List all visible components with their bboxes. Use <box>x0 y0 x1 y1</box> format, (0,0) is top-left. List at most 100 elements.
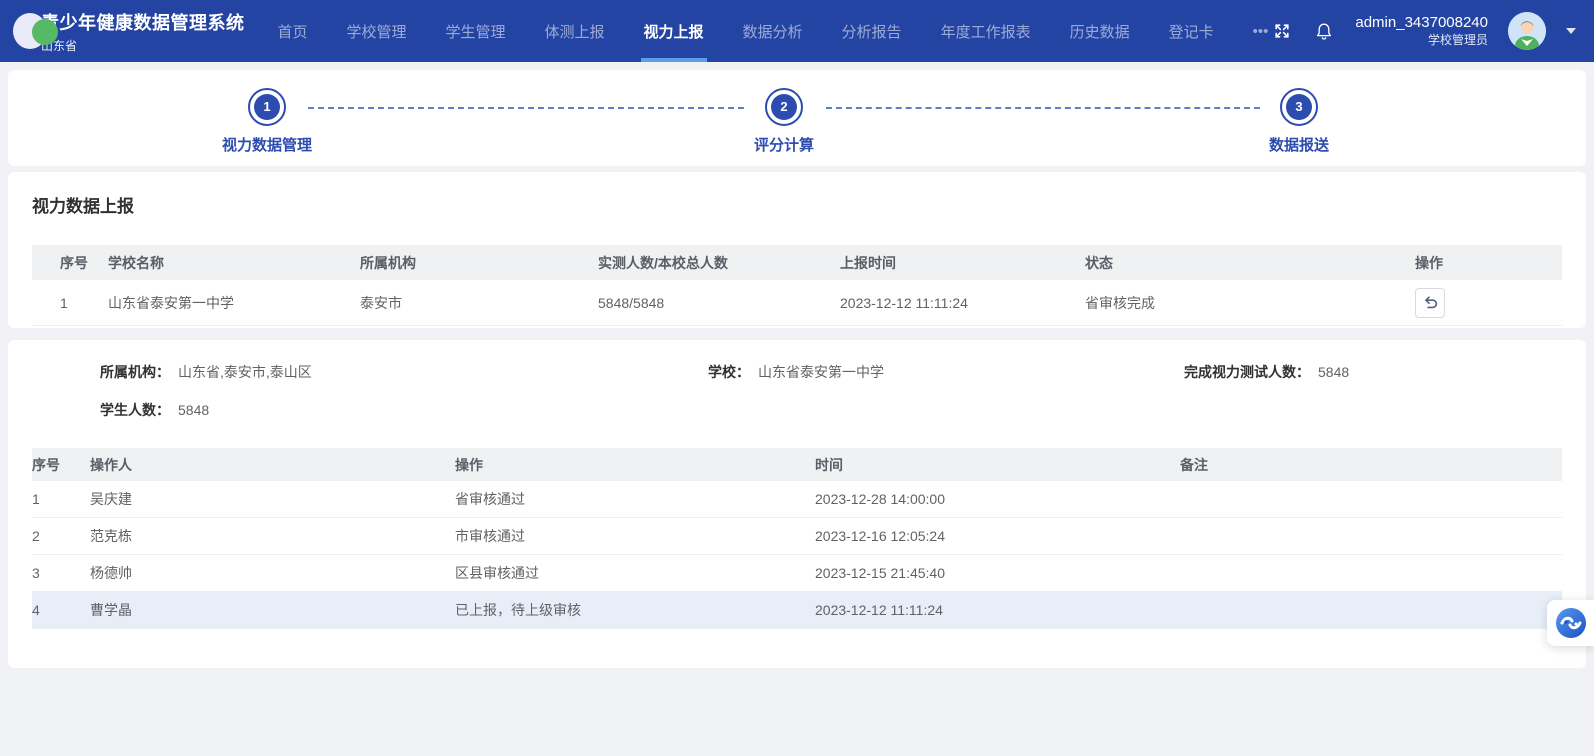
logo-green-circle <box>32 19 58 45</box>
col-report-time: 上报时间 <box>840 253 1085 273</box>
student-count-label: 学生人数： <box>32 400 170 420</box>
user-role: 学校管理员 <box>1355 33 1488 48</box>
col-time: 时间 <box>815 455 1180 475</box>
user-avatar[interactable] <box>1508 12 1546 50</box>
cell-operator: 杨德帅 <box>90 563 455 583</box>
rollback-button[interactable] <box>1415 288 1445 318</box>
notification-bell-icon[interactable] <box>1313 20 1335 42</box>
student-count-value: 5848 <box>178 402 209 418</box>
history-table-header: 序号 操作人 操作 时间 备注 <box>32 448 1562 481</box>
nav-item-school-mgmt[interactable]: 学校管理 <box>343 0 409 62</box>
nav-item-vision-report[interactable]: 视力上报 <box>641 0 707 62</box>
col-tested-total: 实测人数/本校总人数 <box>598 253 840 273</box>
vision-report-card: 视力数据上报 序号 学校名称 所属机构 实测人数/本校总人数 上报时间 状态 操… <box>8 172 1586 328</box>
report-table-header: 序号 学校名称 所属机构 实测人数/本校总人数 上报时间 状态 操作 <box>32 245 1562 280</box>
brand-block: 青少年健康数据管理系统 山东省 <box>41 9 245 54</box>
completed-tests-value: 5848 <box>1318 364 1349 380</box>
app-title: 青少年健康数据管理系统 <box>41 9 245 35</box>
nav-item-data-analysis[interactable]: 数据分析 <box>740 0 806 62</box>
field-school: 学校： 山东省泰安第一中学 <box>640 362 1140 382</box>
cell-index: 3 <box>32 565 90 581</box>
cell-tested-total: 5848/5848 <box>598 295 840 311</box>
step-score-calculation[interactable]: 2 评分计算 <box>694 88 874 155</box>
history-table: 序号 操作人 操作 时间 备注 1 吴庆建 省审核通过 2023-12-28 1… <box>32 448 1562 629</box>
organization-value: 山东省,泰安市,泰山区 <box>178 362 312 382</box>
main-menu: 首页 学校管理 学生管理 体测上报 视力上报 数据分析 分析报告 年度工作报表 … <box>274 0 1271 62</box>
nav-item-registration-card[interactable]: 登记卡 <box>1166 0 1217 62</box>
step-3-number: 3 <box>1286 94 1312 120</box>
cell-school-name: 山东省泰安第一中学 <box>108 293 360 313</box>
step-3-circle: 3 <box>1280 88 1318 126</box>
fullscreen-icon[interactable] <box>1271 20 1293 42</box>
top-navbar: 青少年健康数据管理系统 山东省 首页 学校管理 学生管理 体测上报 视力上报 数… <box>0 0 1594 62</box>
service-widget-button[interactable] <box>1547 600 1594 646</box>
cell-time: 2023-12-28 14:00:00 <box>815 491 1180 507</box>
field-completed-tests: 完成视力测试人数： 5848 <box>1140 362 1562 382</box>
step-data-submission[interactable]: 3 数据报送 <box>1209 88 1389 155</box>
report-table: 序号 学校名称 所属机构 实测人数/本校总人数 上报时间 状态 操作 1 山东省… <box>32 245 1562 326</box>
cell-operator: 范克栋 <box>90 526 455 546</box>
cell-operation: 已上报，待上级审核 <box>455 600 815 620</box>
table-row[interactable]: 2 范克栋 市审核通过 2023-12-16 12:05:24 <box>32 518 1562 555</box>
step-1-number: 1 <box>254 94 280 120</box>
school-value: 山东省泰安第一中学 <box>758 362 884 382</box>
navbar-right: admin_3437008240 学校管理员 <box>1271 0 1594 62</box>
cell-operation: 省审核通过 <box>455 489 815 509</box>
service-widget-icon <box>1555 607 1587 639</box>
field-student-count: 学生人数： 5848 <box>32 400 640 420</box>
step-1-circle: 1 <box>248 88 286 126</box>
cell-organization: 泰安市 <box>360 293 598 313</box>
nav-item-analysis-report[interactable]: 分析报告 <box>839 0 905 62</box>
cell-index: 1 <box>32 491 90 507</box>
step-2-label: 评分计算 <box>694 134 874 155</box>
step-1-label: 视力数据管理 <box>177 134 357 155</box>
col-index: 序号 <box>32 455 90 475</box>
detail-card: 所属机构： 山东省,泰安市,泰山区 学校： 山东省泰安第一中学 完成视力测试人数… <box>8 340 1586 668</box>
nav-item-more[interactable]: ••• <box>1250 0 1272 62</box>
step-2-circle: 2 <box>765 88 803 126</box>
nav-item-history-data[interactable]: 历史数据 <box>1067 0 1133 62</box>
page-title: 视力数据上报 <box>32 192 1586 217</box>
table-row[interactable]: 1 吴庆建 省审核通过 2023-12-28 14:00:00 <box>32 481 1562 518</box>
stepper-connector <box>308 107 744 109</box>
cell-report-time: 2023-12-12 11:11:24 <box>840 295 1085 311</box>
cell-time: 2023-12-12 11:11:24 <box>815 602 1180 618</box>
user-name: admin_3437008240 <box>1355 14 1488 33</box>
cell-index: 2 <box>32 528 90 544</box>
step-vision-data-management[interactable]: 1 视力数据管理 <box>177 88 357 155</box>
col-operation: 操作 <box>455 455 815 475</box>
organization-label: 所属机构： <box>32 362 170 382</box>
app-subtitle: 山东省 <box>41 37 245 54</box>
col-school-name: 学校名称 <box>108 253 360 273</box>
cell-status: 省审核完成 <box>1085 293 1415 313</box>
col-remark: 备注 <box>1180 455 1562 475</box>
nav-item-student-mgmt[interactable]: 学生管理 <box>442 0 508 62</box>
col-operator: 操作人 <box>90 455 455 475</box>
user-info[interactable]: admin_3437008240 学校管理员 <box>1355 14 1488 48</box>
col-actions: 操作 <box>1415 253 1562 273</box>
col-index: 序号 <box>32 253 108 273</box>
app-logo <box>13 11 31 51</box>
table-row[interactable]: 1 山东省泰安第一中学 泰安市 5848/5848 2023-12-12 11:… <box>32 280 1562 326</box>
cell-operation: 市审核通过 <box>455 526 815 546</box>
nav-item-fitness-report[interactable]: 体测上报 <box>542 0 608 62</box>
nav-item-annual-report[interactable]: 年度工作报表 <box>938 0 1034 62</box>
step-2-number: 2 <box>771 94 797 120</box>
col-organization: 所属机构 <box>360 253 598 273</box>
stepper-connector <box>826 107 1260 109</box>
cell-time: 2023-12-15 21:45:40 <box>815 565 1180 581</box>
cell-operator: 曹学晶 <box>90 600 455 620</box>
cell-time: 2023-12-16 12:05:24 <box>815 528 1180 544</box>
school-label: 学校： <box>640 362 750 382</box>
cell-operation: 区县审核通过 <box>455 563 815 583</box>
field-organization: 所属机构： 山东省,泰安市,泰山区 <box>32 362 640 382</box>
table-row-highlighted[interactable]: 4 曹学晶 已上报，待上级审核 2023-12-12 11:11:24 <box>32 592 1562 629</box>
step-3-label: 数据报送 <box>1209 134 1389 155</box>
stepper-card: 1 视力数据管理 2 评分计算 3 数据报送 <box>8 70 1586 166</box>
table-row[interactable]: 3 杨德帅 区县审核通过 2023-12-15 21:45:40 <box>32 555 1562 592</box>
nav-item-home[interactable]: 首页 <box>274 0 310 62</box>
cell-index: 1 <box>32 295 108 311</box>
cell-operator: 吴庆建 <box>90 489 455 509</box>
undo-icon <box>1422 294 1439 311</box>
chevron-down-icon[interactable] <box>1566 28 1576 34</box>
